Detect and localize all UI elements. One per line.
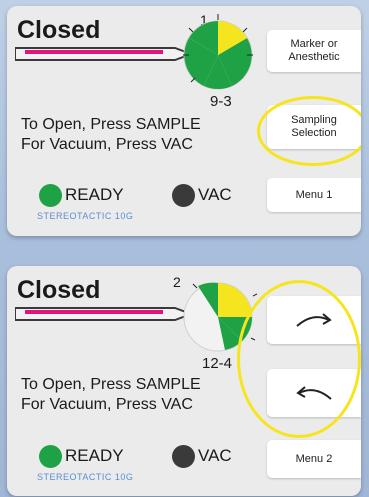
brand-label: STEREOTACTIC 10G <box>37 472 134 482</box>
vac-dot-icon <box>172 445 195 468</box>
vac-label: VAC <box>198 185 232 204</box>
dial-range-label: 9-3 <box>210 93 232 110</box>
control-panel-2: Closed 2 12-4 To Open, Press SAMPLE For … <box>7 266 361 496</box>
button-label: Menu 1 <box>295 188 333 201</box>
menu-1-button[interactable]: Menu 1 <box>267 178 361 212</box>
button-label: Menu 2 <box>295 452 333 465</box>
marker-anesthetic-button[interactable]: Marker or Anesthetic <box>267 30 361 72</box>
button-label-line1: Marker or <box>290 38 338 50</box>
ready-dot-icon <box>39 184 62 207</box>
probe-icon <box>15 307 193 321</box>
instruction-open: To Open, Press SAMPLE <box>21 116 201 133</box>
aperture-dial-icon <box>183 14 253 90</box>
ready-dot-icon <box>39 445 62 468</box>
status-title: Closed <box>17 276 101 304</box>
vac-label: VAC <box>198 446 232 465</box>
highlight-circle <box>257 96 361 166</box>
dial-range-label: 12-4 <box>202 355 233 372</box>
ready-label: READY <box>65 185 124 204</box>
status-title: Closed <box>17 16 101 44</box>
ready-label: READY <box>65 446 124 465</box>
menu-2-button[interactable]: Menu 2 <box>267 440 361 478</box>
highlight-circle <box>237 280 361 438</box>
brand-label: STEREOTACTIC 10G <box>37 211 134 221</box>
instruction-vacuum: For Vacuum, Press VAC <box>21 396 193 413</box>
instruction-vacuum: For Vacuum, Press VAC <box>21 136 193 153</box>
vac-dot-icon <box>172 184 195 207</box>
probe-icon <box>15 47 193 61</box>
instruction-open: To Open, Press SAMPLE <box>21 376 201 393</box>
control-panel-1: Closed 1 9-3 To Open, Press SAMPLE For V… <box>7 6 361 236</box>
button-label-line2: Anesthetic <box>288 51 340 63</box>
